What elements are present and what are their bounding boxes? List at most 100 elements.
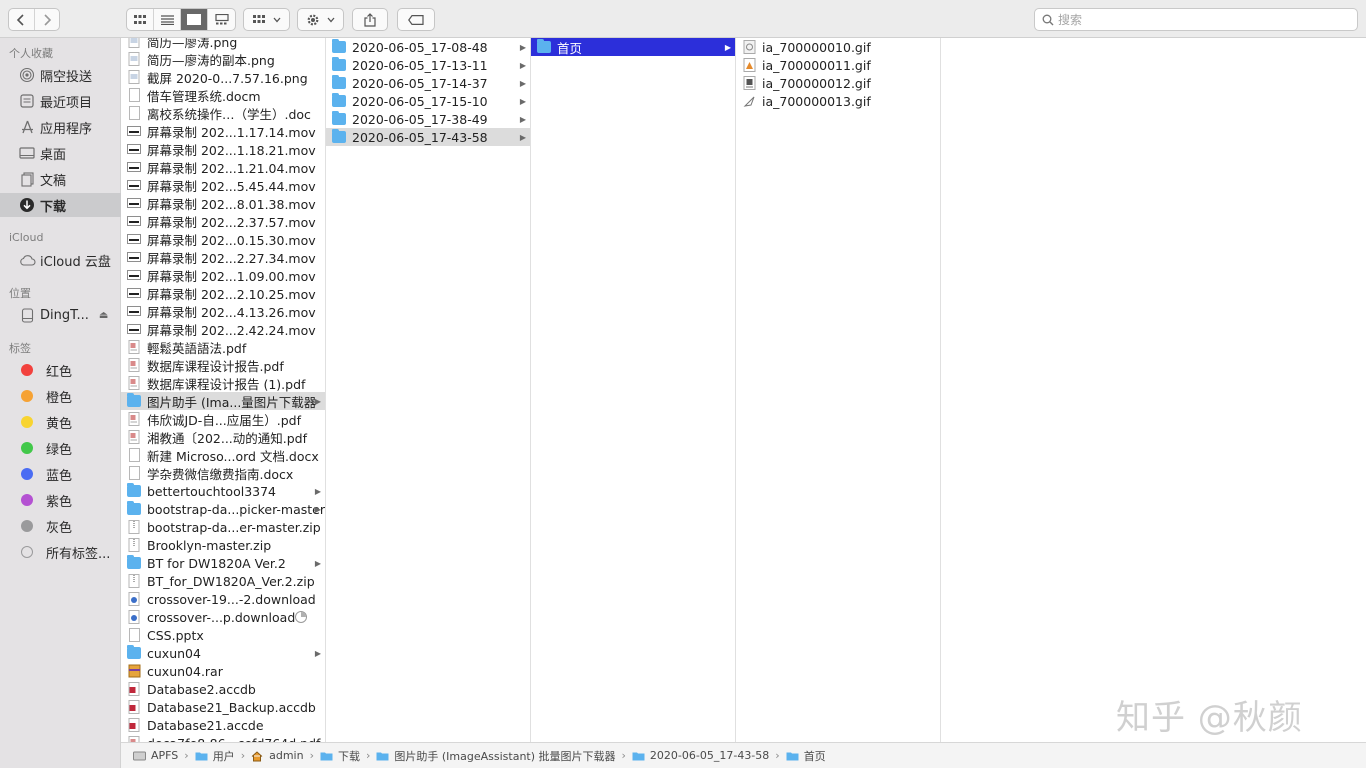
file-row[interactable]: Brooklyn-master.zip <box>121 536 325 554</box>
file-row[interactable]: 屏幕录制 202...1.18.21.mov <box>121 140 325 158</box>
folder-row[interactable]: 首页 ▶ <box>531 38 735 56</box>
sidebar-item-downloads[interactable]: 下载 <box>0 193 121 217</box>
search-input[interactable] <box>1058 12 1338 27</box>
sidebar-item-airdrop[interactable]: 隔空投送 <box>0 63 121 87</box>
eject-icon[interactable]: ⏏ <box>99 310 108 321</box>
disclosure-arrow-icon: ▶ <box>314 558 321 568</box>
file-row[interactable]: 截屏 2020-0...7.57.16.png <box>121 68 325 86</box>
sidebar-item-disk[interactable]: DingT... ⏏ <box>0 303 121 327</box>
sidebar-item-desktop[interactable]: 桌面 <box>0 141 121 165</box>
file-row[interactable]: 新建 Microso...ord 文档.docx <box>121 446 325 464</box>
file-row[interactable]: 简历—廖涛的副本.png <box>121 50 325 68</box>
file-row[interactable]: 简历—廖涛.png <box>121 38 325 50</box>
gallery-view-button[interactable] <box>208 9 235 30</box>
folder-icon <box>127 555 141 570</box>
file-row[interactable]: deca7fe8-86...cefd764d.pdf <box>121 734 325 742</box>
list-view-button[interactable] <box>154 9 181 30</box>
file-row[interactable]: ia_700000010.gif <box>736 38 940 56</box>
file-row[interactable]: 屏幕录制 202...5.45.44.mov <box>121 176 325 194</box>
tag-dot-icon <box>21 468 33 480</box>
folder-row[interactable]: 2020-06-05_17-08-48 ▶ <box>326 38 530 56</box>
path-crumb[interactable]: 用户 <box>195 748 235 764</box>
back-button[interactable] <box>9 9 35 30</box>
file-row[interactable]: 离校系统操作…（学生）.doc <box>121 104 325 122</box>
sidebar-item-applications[interactable]: 应用程序 <box>0 115 121 139</box>
file-row[interactable]: bootstrap-da...er-master.zip <box>121 518 325 536</box>
sidebar-tag-yellow[interactable]: 黄色 <box>0 410 121 434</box>
sidebar-tag-blue[interactable]: 蓝色 <box>0 462 121 486</box>
sidebar-tag-gray[interactable]: 灰色 <box>0 514 121 538</box>
file-row[interactable]: ia_700000011.gif <box>736 56 940 74</box>
file-row[interactable]: 数据库课程设计报告 (1).pdf <box>121 374 325 392</box>
folder-row[interactable]: 2020-06-05_17-14-37 ▶ <box>326 74 530 92</box>
share-button[interactable] <box>352 8 388 31</box>
file-row[interactable]: 湘教通〔202...动的通知.pdf <box>121 428 325 446</box>
sidebar-tag-purple[interactable]: 紫色 <box>0 488 121 512</box>
file-row[interactable]: CSS.pptx <box>121 626 325 644</box>
file-row[interactable]: cuxun04.rar <box>121 662 325 680</box>
folder-row[interactable]: 图片助手 (Ima...量图片下载器 ▶ <box>121 392 325 410</box>
forward-button[interactable] <box>35 9 60 30</box>
group-by-button[interactable] <box>243 8 290 31</box>
path-separator: › <box>775 749 780 762</box>
sidebar-tag-all[interactable]: 所有标签... <box>0 540 121 564</box>
search-field[interactable] <box>1034 8 1358 31</box>
zip-file-icon <box>127 538 141 552</box>
file-row[interactable]: 輕鬆英語語法.pdf <box>121 338 325 356</box>
file-row[interactable]: 伟欣诚JD-自...应届生）.pdf <box>121 410 325 428</box>
path-crumb[interactable]: 2020-06-05_17-43-58 <box>632 749 769 762</box>
file-row[interactable]: 屏幕录制 202...1.09.00.mov <box>121 266 325 284</box>
file-name: crossover-19...-2.download <box>147 591 316 607</box>
file-row[interactable]: 数据库课程设计报告.pdf <box>121 356 325 374</box>
action-menu-button[interactable] <box>297 8 344 31</box>
sidebar-item-label: 文稿 <box>40 173 67 189</box>
icon-view-button[interactable] <box>127 9 154 30</box>
file-row[interactable]: Database2.accdb <box>121 680 325 698</box>
path-crumb[interactable]: 首页 <box>786 748 826 764</box>
tag-button[interactable] <box>397 8 435 31</box>
folder-row[interactable]: bettertouchtool3374 ▶ <box>121 482 325 500</box>
file-row[interactable]: 屏幕录制 202...0.15.30.mov <box>121 230 325 248</box>
file-row[interactable]: 屏幕录制 202...2.27.34.mov <box>121 248 325 266</box>
pdf-file-icon <box>127 358 141 372</box>
desktop-icon <box>18 145 36 161</box>
column-view-button[interactable] <box>181 9 208 30</box>
folder-row[interactable]: 2020-06-05_17-38-49 ▶ <box>326 110 530 128</box>
sidebar-item-icloud-drive[interactable]: iCloud 云盘 <box>0 248 121 272</box>
file-row[interactable]: 学杂费微信缴费指南.docx <box>121 464 325 482</box>
path-crumb[interactable]: admin <box>251 749 304 762</box>
folder-row[interactable]: bootstrap-da...picker-master ▶ <box>121 500 325 518</box>
file-row[interactable]: 屏幕录制 202...1.17.14.mov <box>121 122 325 140</box>
file-row[interactable]: 屏幕录制 202...1.21.04.mov <box>121 158 325 176</box>
file-row[interactable]: crossover-19...-2.download <box>121 590 325 608</box>
sidebar-item-recents[interactable]: 最近项目 <box>0 89 121 113</box>
file-row[interactable]: 屏幕录制 202...2.10.25.mov <box>121 284 325 302</box>
image-file-icon <box>127 52 141 66</box>
path-crumb[interactable]: 图片助手 (ImageAssistant) 批量图片下载器 <box>376 748 616 764</box>
file-row[interactable]: 屏幕录制 202...2.37.57.mov <box>121 212 325 230</box>
file-row[interactable]: Database21_Backup.accdb <box>121 698 325 716</box>
folder-row[interactable]: 2020-06-05_17-13-11 ▶ <box>326 56 530 74</box>
file-row[interactable]: 借车管理系统.docm <box>121 86 325 104</box>
file-row[interactable]: ia_700000012.gif <box>736 74 940 92</box>
file-row[interactable]: crossover-...p.download <box>121 608 325 626</box>
documents-icon <box>18 171 36 187</box>
folder-row[interactable]: 2020-06-05_17-43-58 ▶ <box>326 128 530 146</box>
file-row[interactable]: 屏幕录制 202...2.42.24.mov <box>121 320 325 338</box>
sidebar: 个人收藏 隔空投送 最近项目 应用程序 桌面 文稿 下载 iCloud iClo… <box>0 38 121 768</box>
access-file-icon <box>127 682 141 696</box>
folder-row[interactable]: 2020-06-05_17-15-10 ▶ <box>326 92 530 110</box>
file-row[interactable]: 屏幕录制 202...8.01.38.mov <box>121 194 325 212</box>
sidebar-tag-green[interactable]: 绿色 <box>0 436 121 460</box>
sidebar-tag-orange[interactable]: 橙色 <box>0 384 121 408</box>
folder-row[interactable]: BT for DW1820A Ver.2 ▶ <box>121 554 325 572</box>
sidebar-tag-red[interactable]: 红色 <box>0 358 121 382</box>
path-crumb[interactable]: APFS <box>133 749 178 762</box>
file-row[interactable]: ia_700000013.gif <box>736 92 940 110</box>
sidebar-item-documents[interactable]: 文稿 <box>0 167 121 191</box>
folder-row[interactable]: cuxun04 ▶ <box>121 644 325 662</box>
file-row[interactable]: 屏幕录制 202...4.13.26.mov <box>121 302 325 320</box>
file-row[interactable]: Database21.accde <box>121 716 325 734</box>
file-row[interactable]: BT_for_DW1820A_Ver.2.zip <box>121 572 325 590</box>
path-crumb[interactable]: 下载 <box>320 748 360 764</box>
